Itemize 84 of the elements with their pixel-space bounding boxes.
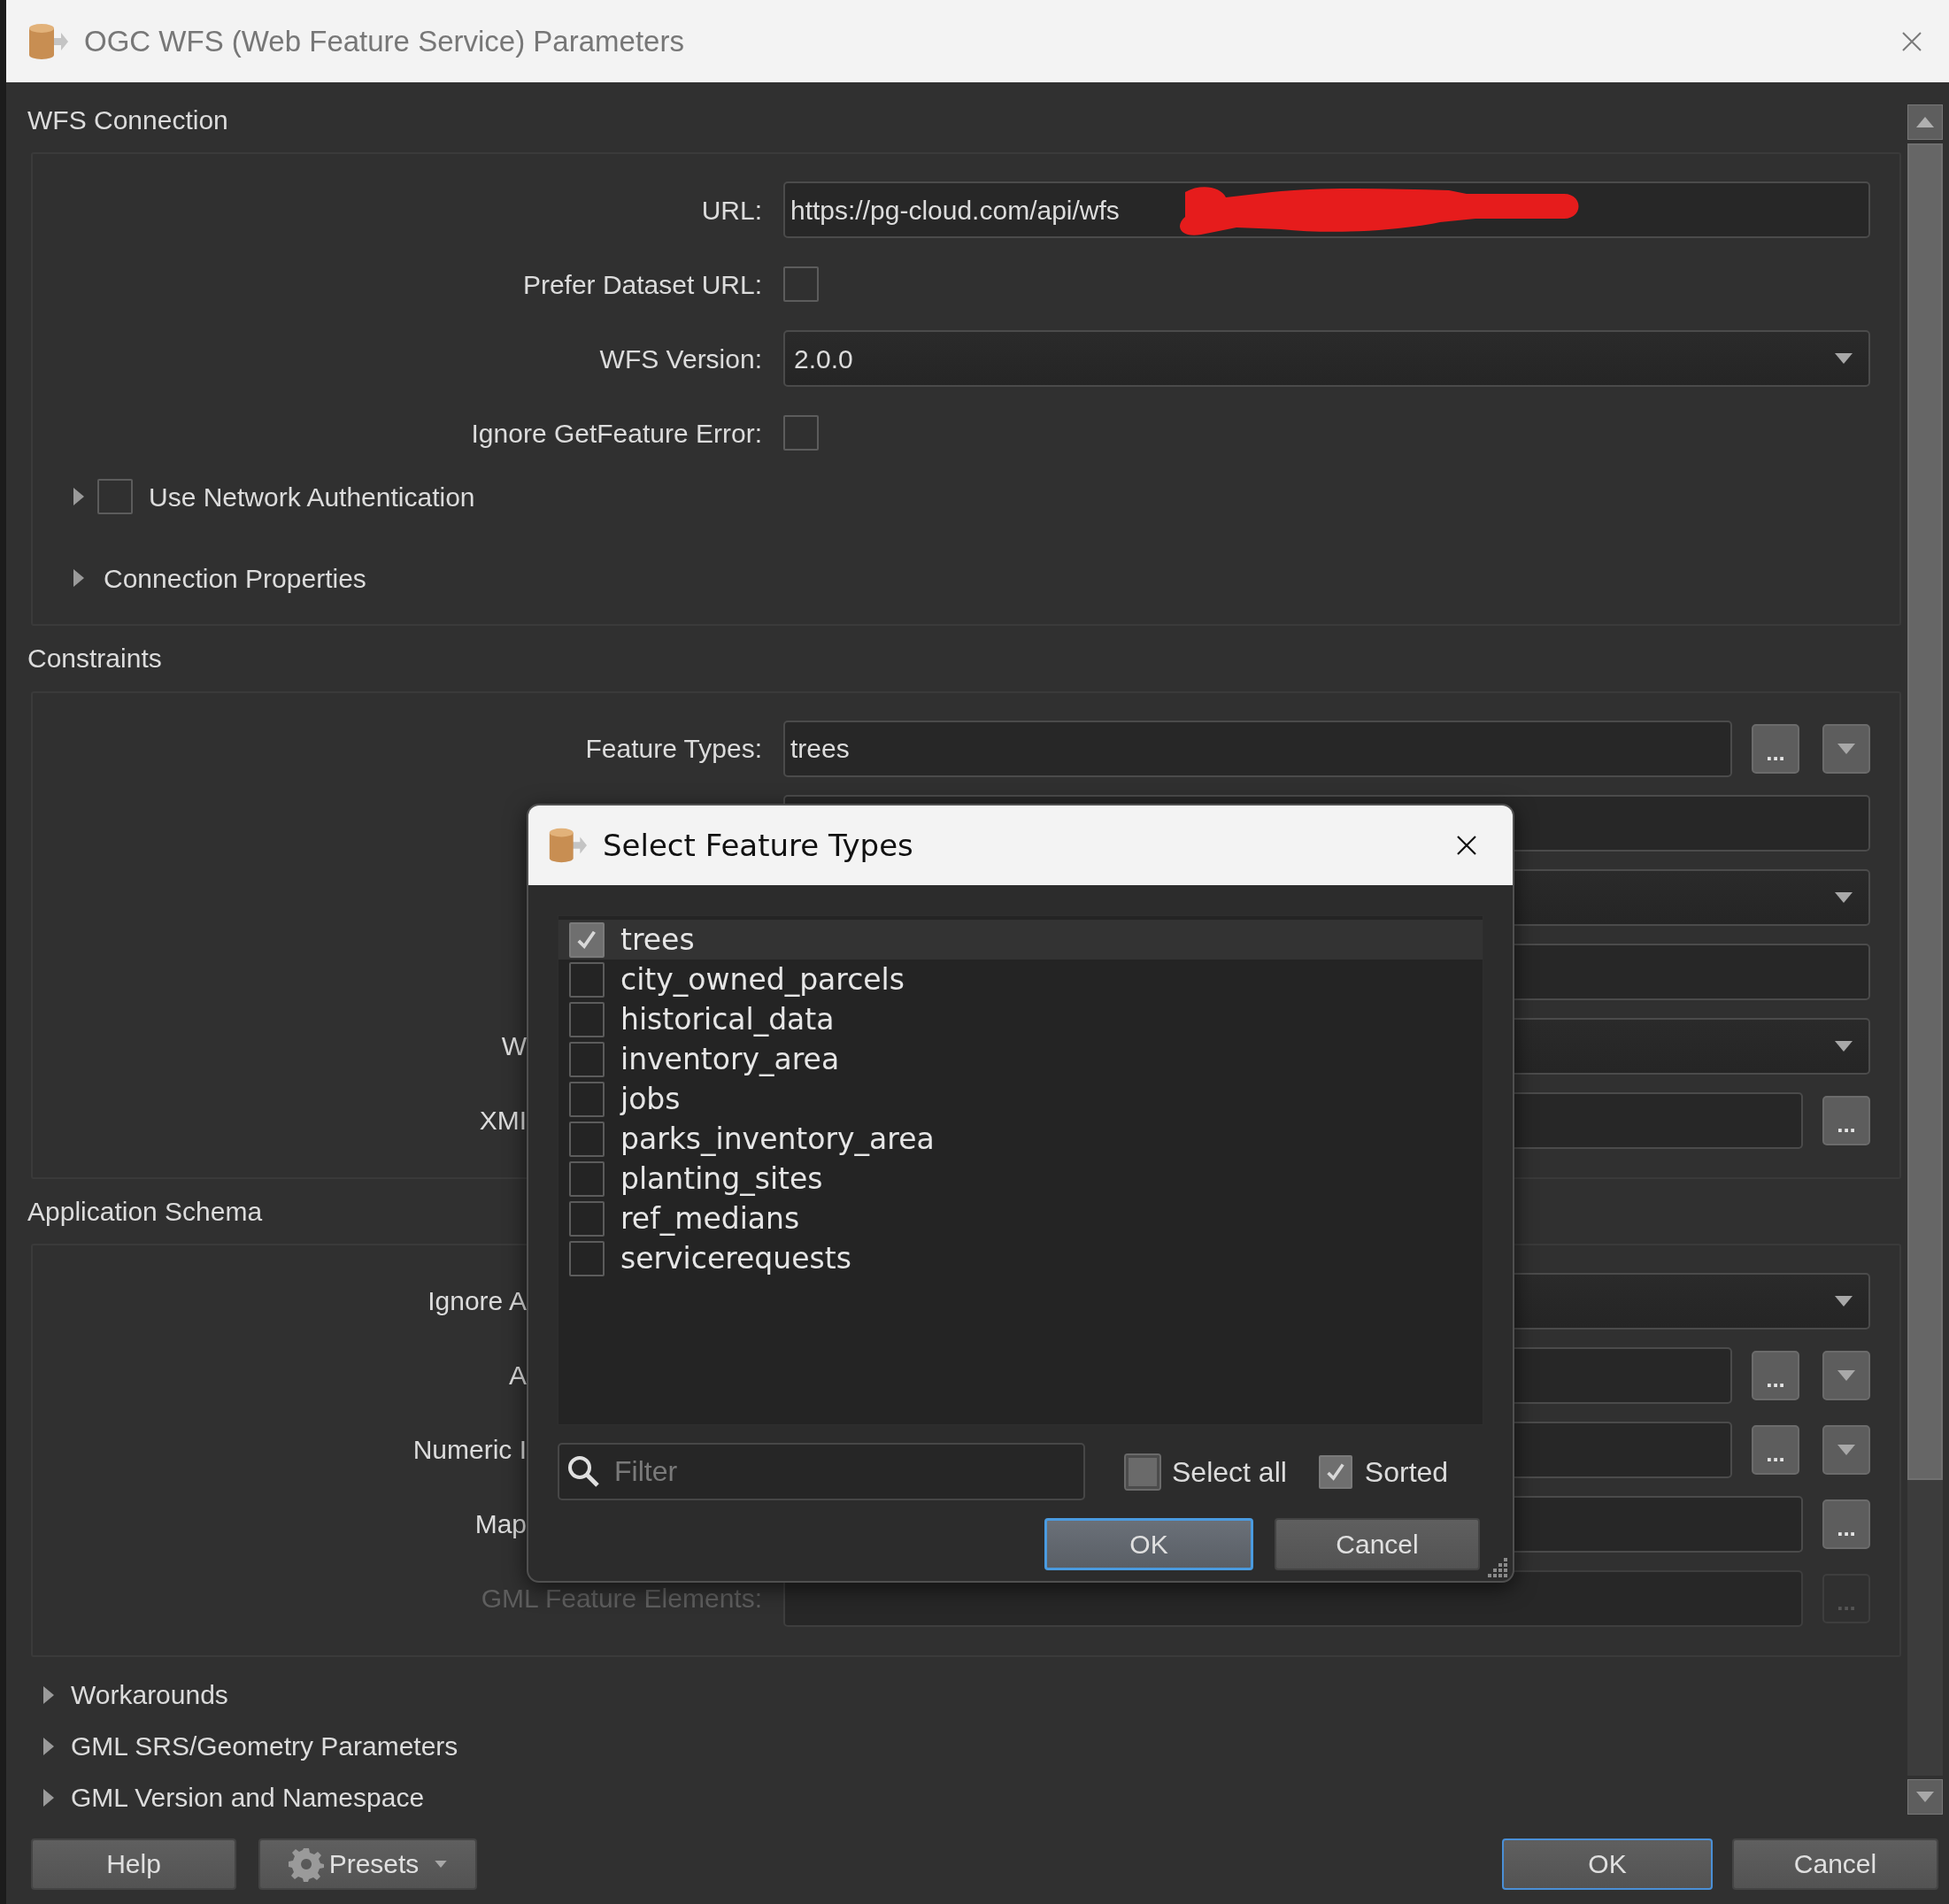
field-label: URL:: [701, 194, 762, 227]
checkbox[interactable]: [1126, 1454, 1159, 1489]
section-label[interactable]: Use Network Authentication: [149, 476, 475, 517]
text-field[interactable]: trees: [783, 720, 1732, 777]
browse-button[interactable]: ...: [1822, 1499, 1870, 1549]
cancel-button[interactable]: Cancel: [1732, 1838, 1938, 1890]
list-row[interactable]: trees: [559, 920, 1483, 960]
search-icon: [566, 1454, 600, 1488]
caret-down-icon: [1835, 353, 1853, 365]
field-label: Prefer Dataset URL:: [522, 268, 762, 301]
caret-up-icon: [1916, 117, 1934, 127]
checkbox[interactable]: [783, 415, 819, 451]
list-row[interactable]: ref_medians: [559, 1199, 1483, 1238]
option-label: Sorted: [1364, 1454, 1449, 1490]
section-title: Application Schema: [27, 1195, 263, 1228]
ok-button[interactable]: OK: [1502, 1838, 1713, 1890]
checkbox[interactable]: [569, 1200, 605, 1237]
menu-button[interactable]: [1822, 1351, 1870, 1400]
scroll-up-button[interactable]: [1907, 104, 1943, 140]
field-label: XMI: [479, 1105, 527, 1137]
checkbox[interactable]: [1318, 1454, 1352, 1489]
caret-down-icon: [1835, 1040, 1853, 1052]
list-row[interactable]: city_owned_parcels: [559, 960, 1483, 999]
cancel-button[interactable]: Cancel: [1275, 1518, 1480, 1570]
scroll-down-button[interactable]: [1907, 1779, 1943, 1815]
section-label[interactable]: GML Version and Namespace: [71, 1777, 425, 1818]
checkbox[interactable]: [569, 1001, 605, 1037]
field-label: W: [501, 1030, 527, 1063]
caret-down-icon: [1837, 1370, 1855, 1381]
caret-down-icon: [1916, 1792, 1934, 1802]
section-label[interactable]: Workarounds: [71, 1675, 228, 1715]
close-icon[interactable]: [1456, 835, 1477, 856]
browse-button[interactable]: ...: [1752, 723, 1799, 774]
checkbox[interactable]: [569, 1240, 605, 1276]
checkbox[interactable]: [569, 1041, 605, 1077]
checkbox[interactable]: [97, 479, 133, 515]
help-button[interactable]: Help: [31, 1838, 236, 1890]
caret-down-icon: [435, 1860, 448, 1868]
list-row[interactable]: servicerequests: [559, 1238, 1483, 1278]
field-label: Numeric I: [412, 1434, 527, 1467]
list-row[interactable]: inventory_area: [559, 1039, 1483, 1079]
list-row[interactable]: jobs: [559, 1079, 1483, 1119]
list-row[interactable]: parks_inventory_area: [559, 1119, 1483, 1159]
item-label: jobs: [620, 1084, 681, 1114]
section-title: WFS Connection: [27, 104, 228, 137]
section-label[interactable]: GML SRS/Geometry Parameters: [71, 1726, 458, 1767]
menu-button[interactable]: [1822, 1425, 1870, 1475]
dropdown[interactable]: 2.0.0: [783, 330, 1870, 388]
window-title: OGC WFS (Web Feature Service) Parameters: [84, 23, 684, 59]
section-label[interactable]: Connection Properties: [104, 558, 366, 598]
field-label: Map: [474, 1508, 527, 1541]
field-label: A: [509, 1360, 527, 1392]
caret-down-icon: [1835, 891, 1853, 903]
field-label: Ignore GetFeature Error:: [471, 417, 762, 450]
caret-down-icon: [1835, 1296, 1853, 1307]
list-row[interactable]: planting_sites: [559, 1159, 1483, 1199]
checkbox[interactable]: [569, 961, 605, 998]
checkbox[interactable]: [569, 921, 605, 958]
field-label: Feature Types:: [585, 733, 762, 766]
field-label: WFS Version:: [599, 343, 762, 375]
field-label: Ignore A: [428, 1285, 527, 1318]
browse-button[interactable]: ...: [1752, 1351, 1799, 1400]
checkbox[interactable]: [569, 1081, 605, 1117]
menu-button[interactable]: [1822, 723, 1870, 774]
item-label: trees: [620, 925, 695, 954]
gear-icon: [288, 1846, 324, 1882]
checkbox[interactable]: [569, 1121, 605, 1157]
browse-button[interactable]: ...: [1822, 1095, 1870, 1145]
checkbox[interactable]: [569, 1160, 605, 1197]
item-label: servicerequests: [620, 1244, 851, 1273]
ok-button[interactable]: OK: [1044, 1518, 1253, 1570]
list-row[interactable]: historical_data: [559, 999, 1483, 1039]
browse-button[interactable]: ...: [1752, 1425, 1799, 1475]
checkbox[interactable]: [783, 266, 819, 303]
filter-field[interactable]: Filter: [558, 1443, 1085, 1500]
scrollbar-thumb[interactable]: [1907, 143, 1943, 1480]
section-title: Constraints: [27, 643, 162, 675]
caret-down-icon: [1837, 1445, 1855, 1455]
presets-button[interactable]: Presets: [258, 1838, 477, 1890]
dialog-title: Select Feature Types: [603, 826, 913, 865]
caret-down-icon: [1837, 743, 1855, 754]
text-field[interactable]: https://pg-cloud.com/api/wfs: [783, 181, 1870, 239]
option-label: Select all: [1172, 1454, 1287, 1490]
resize-grip-icon[interactable]: [1488, 1556, 1509, 1577]
